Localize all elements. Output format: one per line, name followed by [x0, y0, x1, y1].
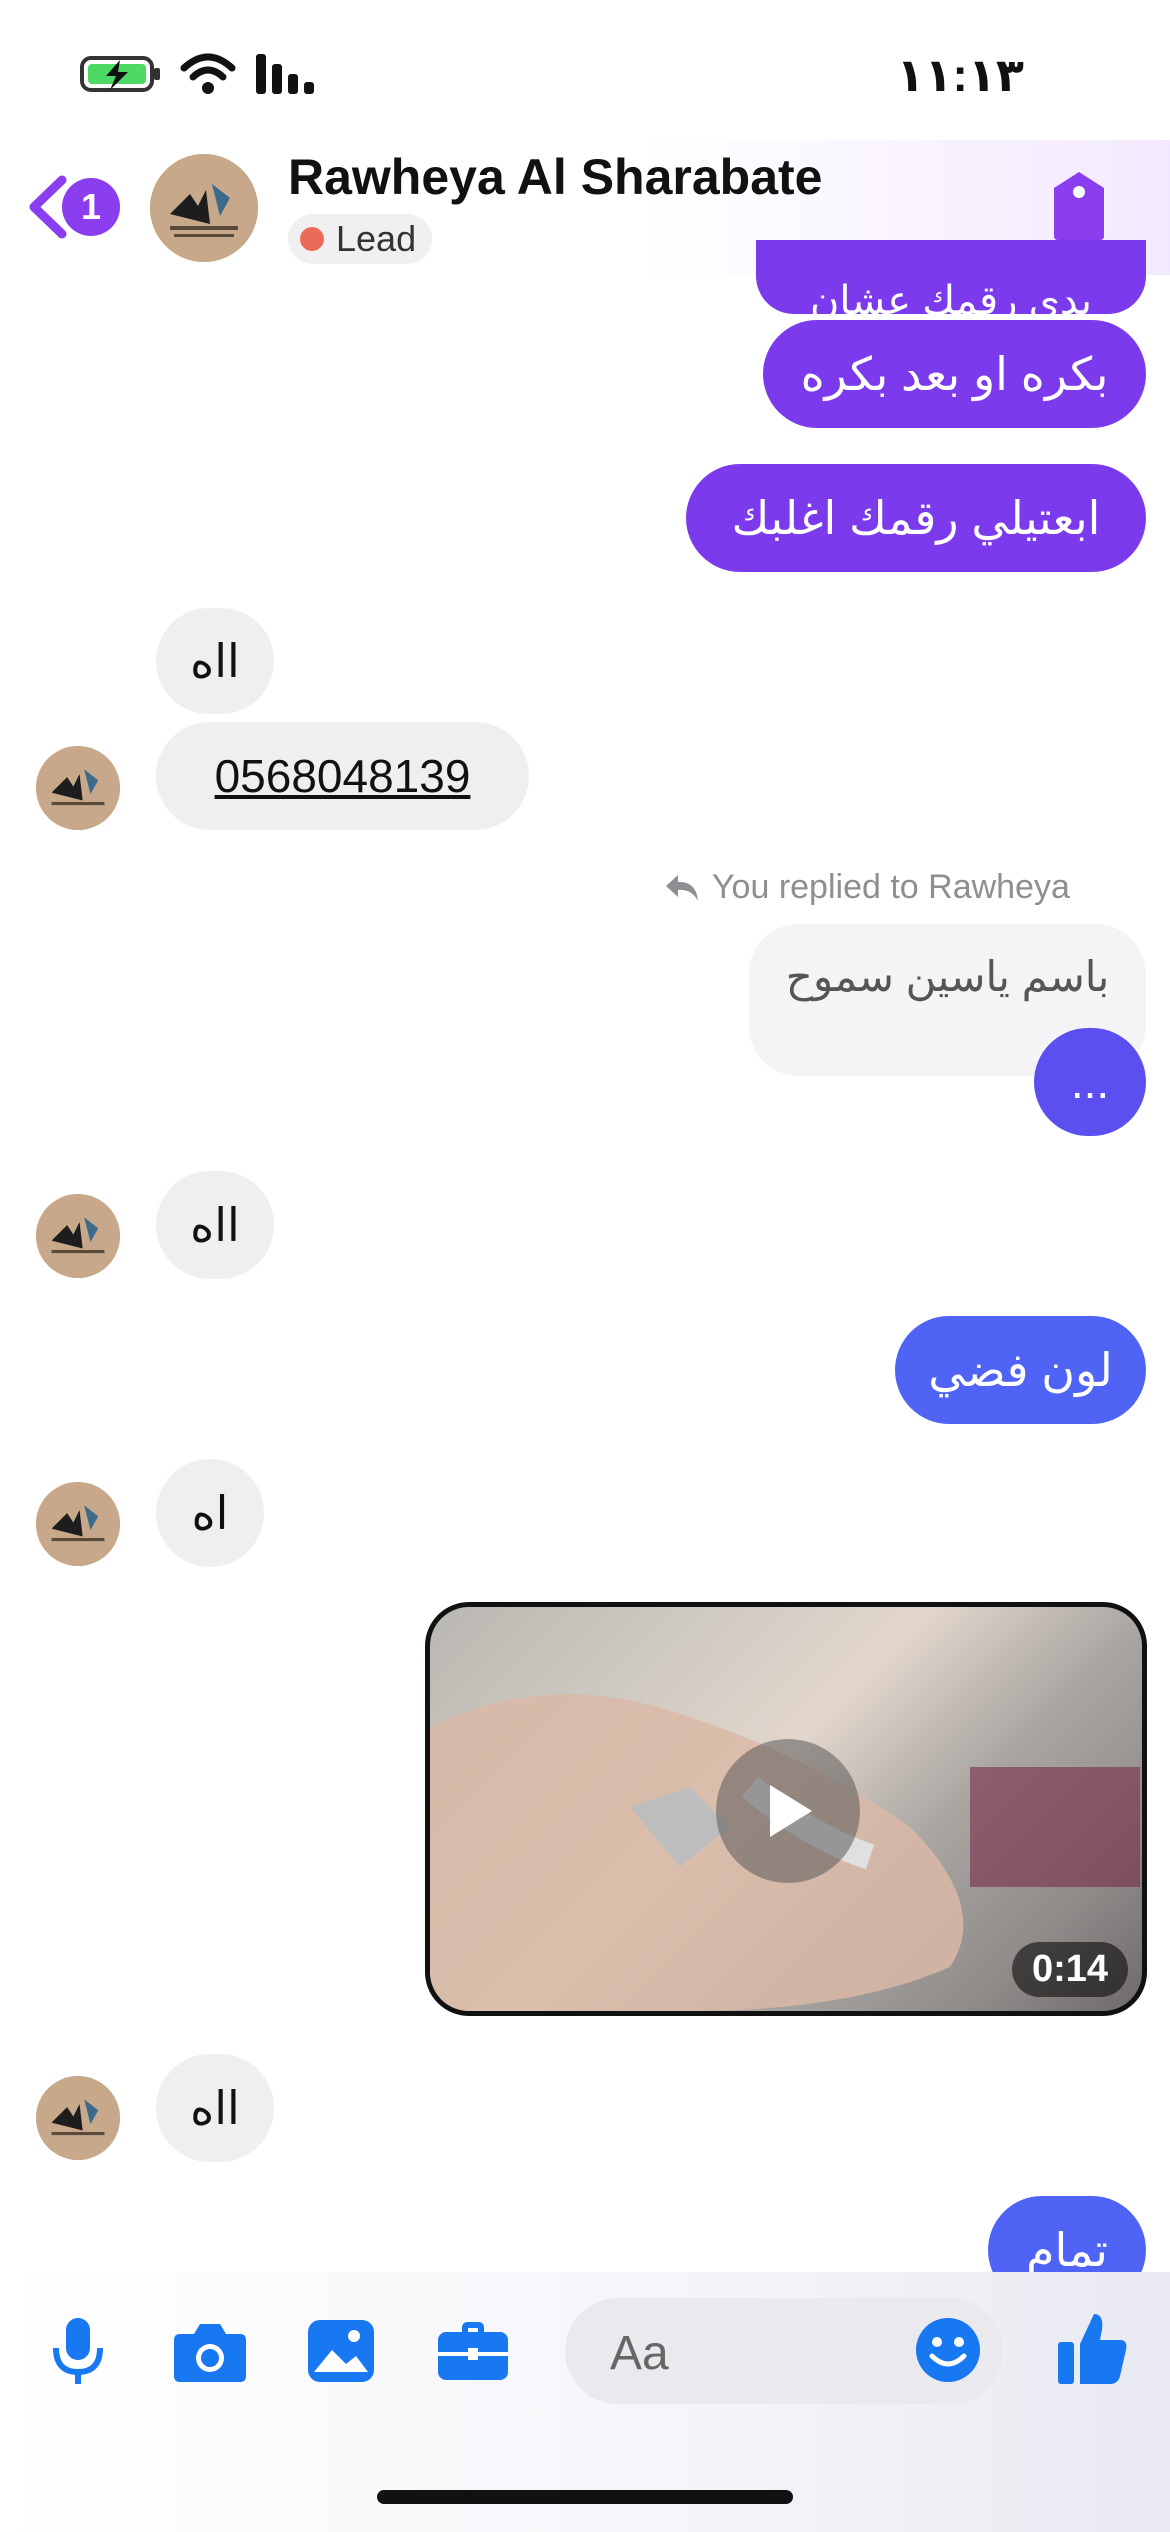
avatar-logo-icon — [150, 154, 258, 262]
lead-status-dot — [300, 227, 324, 251]
briefcase-icon[interactable] — [436, 2318, 510, 2384]
reply-note: You replied to Rawheya — [664, 868, 1070, 907]
play-icon — [770, 1785, 812, 1837]
incoming-message[interactable]: اه — [156, 1459, 264, 1567]
outgoing-message[interactable]: لون فضي — [895, 1316, 1146, 1424]
emoji-icon[interactable] — [914, 2316, 982, 2384]
incoming-phone-message[interactable]: 0568048139 — [156, 722, 529, 830]
sender-avatar[interactable] — [36, 1482, 120, 1566]
reply-arrow-icon — [666, 874, 698, 901]
lead-label-pill[interactable]: Lead — [288, 214, 433, 264]
video-duration: 0:14 — [1011, 1942, 1128, 1997]
video-message[interactable]: 0:14 — [425, 1602, 1147, 2016]
play-button[interactable] — [716, 1739, 860, 1883]
signal-icon — [256, 54, 314, 94]
gallery-icon[interactable] — [306, 2318, 376, 2384]
incoming-message[interactable]: ااه — [156, 1171, 274, 1279]
outgoing-reply-message[interactable]: ... — [1034, 1028, 1146, 1136]
sender-avatar[interactable] — [36, 1194, 120, 1278]
avatar-logo-icon — [36, 1482, 120, 1566]
avatar-logo-icon — [36, 746, 120, 830]
outgoing-message[interactable]: ابعتيلي رقمك اغلبك — [686, 464, 1146, 572]
message-input-placeholder: Aa — [610, 2327, 669, 2380]
avatar-logo-icon — [36, 1194, 120, 1278]
incoming-message[interactable]: ااه — [156, 608, 274, 714]
status-time: ١١:١٣ — [896, 49, 1024, 101]
status-icons — [80, 52, 318, 96]
avatar-logo-icon — [36, 2076, 120, 2160]
camera-icon[interactable] — [172, 2320, 248, 2384]
incoming-message[interactable]: ااه — [156, 2054, 274, 2162]
battery-icon — [80, 56, 160, 92]
sender-avatar[interactable] — [36, 2076, 120, 2160]
outgoing-message[interactable]: بكره او بعد بكره — [763, 320, 1146, 428]
outgoing-message[interactable]: بدي رقمك عشان — [756, 240, 1146, 314]
lead-label-text: Lead — [336, 218, 417, 259]
unread-count-badge: 1 — [62, 178, 120, 236]
microphone-icon[interactable] — [50, 2316, 106, 2388]
thumbs-up-icon[interactable] — [1056, 2308, 1130, 2386]
contact-name[interactable]: Rawheya Al Sharabate — [288, 148, 822, 206]
contact-avatar[interactable] — [150, 154, 258, 262]
tag-icon[interactable] — [1048, 170, 1110, 242]
phone-number-link[interactable]: 0568048139 — [215, 749, 471, 803]
home-indicator — [377, 2490, 793, 2504]
wifi-icon — [180, 53, 236, 94]
sender-avatar[interactable] — [36, 746, 120, 830]
